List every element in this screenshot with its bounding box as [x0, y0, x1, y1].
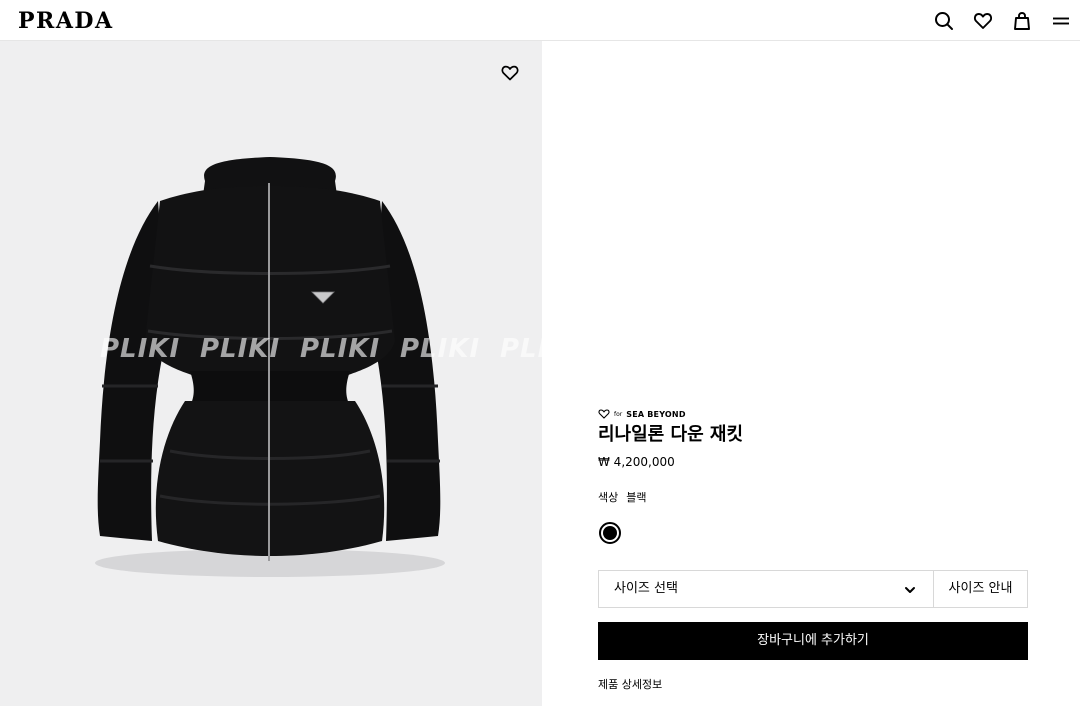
color-value: 블랙 — [626, 491, 647, 504]
size-guide-button[interactable]: 사이즈 안내 — [933, 570, 1028, 608]
product-title: 리나일론 다운 재킷 — [598, 424, 744, 445]
watermark: PLIKIPLIKIPLIKIPLIKIPLIKI — [100, 334, 542, 364]
product-details-link[interactable]: 제품 상세정보 — [598, 678, 662, 692]
color-label: 색상 — [598, 491, 619, 504]
product-price: ₩ 4,200,000 — [598, 455, 675, 469]
product-image-panel: PLIKIPLIKIPLIKIPLIKIPLIKI — [0, 41, 542, 706]
heart-icon[interactable] — [973, 11, 993, 31]
color-swatch-black[interactable] — [599, 522, 621, 544]
add-to-cart-button[interactable]: 장바구니에 추가하기 — [598, 622, 1028, 660]
search-icon[interactable] — [934, 11, 954, 31]
prada-logo[interactable]: PRADA — [18, 9, 114, 33]
brand-tag-name: SEA BEYOND — [626, 409, 686, 419]
color-swatch-fill — [603, 526, 617, 540]
wishlist-heart-icon[interactable] — [500, 63, 520, 83]
sea-beyond-tag: for SEA BEYOND — [598, 407, 686, 421]
jacket-image — [95, 157, 445, 577]
size-select-label: 사이즈 선택 — [614, 581, 678, 596]
sea-beyond-heart-icon — [598, 409, 610, 419]
chevron-down-icon — [905, 587, 915, 593]
bag-icon[interactable] — [1012, 11, 1032, 31]
menu-icon[interactable] — [1051, 11, 1071, 31]
site-header: PRADA — [0, 0, 1080, 41]
size-select-dropdown[interactable]: 사이즈 선택 — [598, 570, 934, 608]
color-row: 색상 블랙 — [598, 491, 647, 505]
brand-tag-for: for — [614, 410, 623, 418]
